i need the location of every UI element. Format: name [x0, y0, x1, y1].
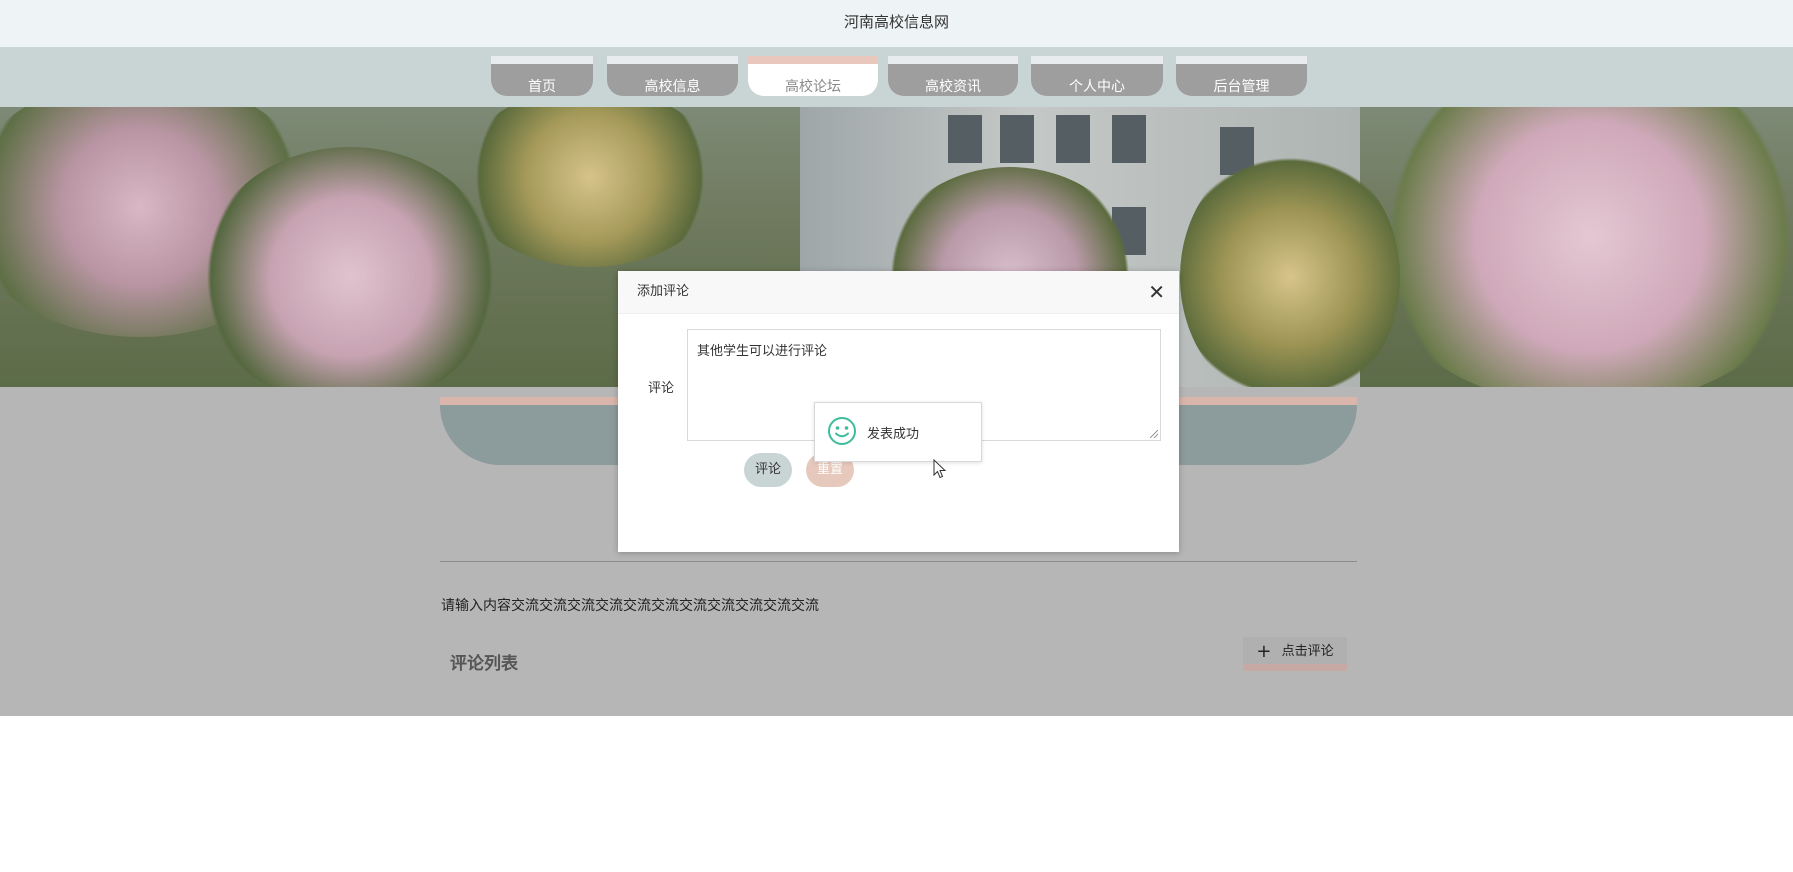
dialog-header: 添加评论 ✕ [618, 271, 1179, 314]
resize-handle-icon[interactable] [1150, 430, 1158, 438]
nav-item-university-info[interactable]: 高校信息 [607, 56, 738, 96]
add-comment-button[interactable]: + 点击评论 [1243, 637, 1347, 671]
comment-textarea-value: 其他学生可以进行评论 [697, 344, 828, 359]
nav-item-forum[interactable]: 高校论坛 [748, 56, 878, 96]
nav-item-news[interactable]: 高校资讯 [888, 56, 1018, 96]
nav-item-personal-center[interactable]: 个人中心 [1031, 56, 1163, 96]
main-nav: 首页 高校信息 高校论坛 高校资讯 个人中心 后台管理 [0, 47, 1793, 107]
submit-comment-button[interactable]: 评论 [744, 453, 792, 487]
site-header: 河南高校信息网 [0, 0, 1793, 48]
dialog-title: 添加评论 [637, 284, 690, 299]
toast-message: 发表成功 [867, 427, 920, 442]
comment-field-label: 评论 [648, 381, 675, 396]
divider [440, 561, 1357, 562]
post-content: 请输入内容交流交流交流交流交流交流交流交流交流交流交流 [441, 598, 819, 614]
smile-icon [828, 417, 856, 445]
plus-icon: + [1256, 641, 1272, 662]
success-toast: 发表成功 [814, 402, 982, 462]
nav-item-home[interactable]: 首页 [491, 56, 593, 96]
site-title: 河南高校信息网 [843, 13, 949, 31]
mouse-cursor-icon [933, 459, 947, 479]
comment-list-title: 评论列表 [450, 654, 518, 674]
close-icon[interactable]: ✕ [1148, 271, 1165, 313]
add-comment-label: 点击评论 [1281, 644, 1334, 659]
nav-item-admin[interactable]: 后台管理 [1176, 56, 1307, 96]
